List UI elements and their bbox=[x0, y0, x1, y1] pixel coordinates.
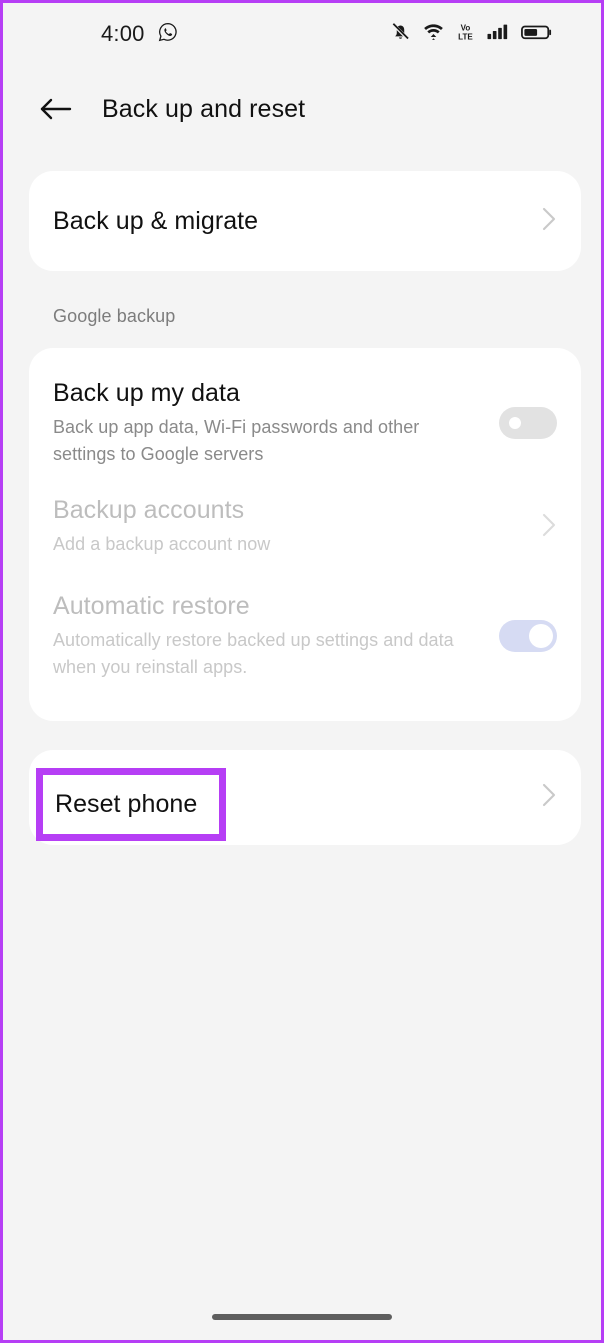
row-texts: Back up my data Back up app data, Wi-Fi … bbox=[53, 379, 483, 466]
status-bar-left: 4:00 bbox=[33, 21, 178, 47]
home-gesture-bar[interactable] bbox=[212, 1314, 392, 1320]
svg-text:LTE: LTE bbox=[458, 33, 473, 42]
row-texts: Automatic restore Automatically restore … bbox=[53, 592, 483, 679]
battery-icon bbox=[521, 22, 553, 47]
page-title: Back up and reset bbox=[102, 94, 306, 123]
status-bar-right: Vo LTE bbox=[390, 21, 571, 47]
row-texts: Back up & migrate bbox=[53, 207, 529, 236]
toggle-knob bbox=[503, 411, 527, 435]
row-title: Back up & migrate bbox=[53, 206, 259, 235]
svg-text:Vo: Vo bbox=[461, 24, 471, 33]
status-bar: 4:00 Vo LTE bbox=[3, 3, 601, 65]
chevron-right-icon bbox=[541, 206, 557, 237]
phone-screen: 4:00 Vo LTE Back up and reset Back up & … bbox=[0, 0, 604, 1343]
row-subtitle: Back up app data, Wi-Fi passwords and ot… bbox=[53, 417, 420, 464]
row-title: Backup accounts bbox=[53, 496, 245, 525]
toggle-knob bbox=[529, 624, 553, 648]
row-back-up-and-migrate[interactable]: Back up & migrate bbox=[29, 171, 581, 271]
volte-icon: Vo LTE bbox=[456, 21, 475, 47]
wifi-icon bbox=[422, 21, 445, 47]
chevron-right-icon bbox=[541, 512, 557, 543]
row-back-up-my-data[interactable]: Back up my data Back up app data, Wi-Fi … bbox=[29, 368, 581, 478]
reset-phone-highlight-box[interactable]: Reset phone bbox=[36, 768, 226, 841]
row-title: Back up my data bbox=[53, 379, 240, 408]
app-bar: Back up and reset bbox=[3, 65, 601, 153]
row-automatic-restore[interactable]: Automatic restore Automatically restore … bbox=[29, 576, 581, 696]
bell-muted-icon bbox=[390, 21, 411, 47]
row-texts: Backup accounts Add a backup account now bbox=[53, 496, 529, 557]
toggle-automatic-restore[interactable] bbox=[499, 620, 557, 652]
card-reset-phone[interactable]: Reset phone bbox=[29, 750, 581, 845]
toggle-back-up-my-data[interactable] bbox=[499, 407, 557, 439]
signal-bars-icon bbox=[486, 21, 510, 47]
chevron-right-icon bbox=[541, 782, 557, 813]
row-subtitle: Automatically restore backed up settings… bbox=[53, 630, 454, 677]
card-back-up-and-migrate[interactable]: Back up & migrate bbox=[29, 171, 581, 271]
card-google-backup: Back up my data Back up app data, Wi-Fi … bbox=[29, 348, 581, 721]
row-subtitle: Add a backup account now bbox=[53, 534, 271, 555]
back-arrow-icon bbox=[40, 98, 72, 120]
row-title: Reset phone bbox=[55, 790, 198, 818]
row-title: Automatic restore bbox=[53, 592, 250, 621]
back-button[interactable] bbox=[34, 87, 78, 131]
row-backup-accounts[interactable]: Backup accounts Add a backup account now bbox=[29, 484, 581, 570]
section-label-google-backup: Google backup bbox=[53, 306, 176, 326]
status-bar-clock: 4:00 bbox=[101, 21, 145, 46]
whatsapp-icon bbox=[158, 22, 178, 47]
